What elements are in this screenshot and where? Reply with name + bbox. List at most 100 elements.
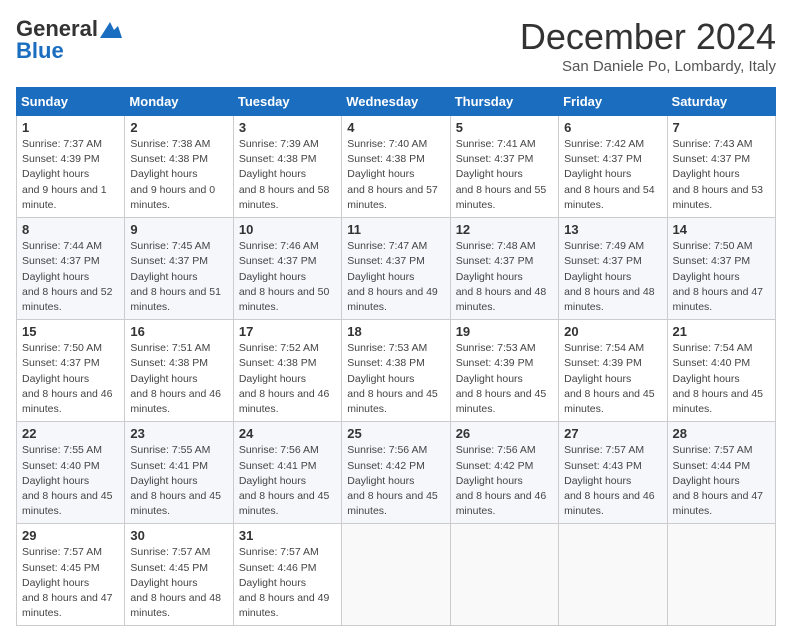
title-block: December 2024 San Daniele Po, Lombardy, … [520, 16, 776, 75]
calendar-cell: 7 Sunrise: 7:43 AM Sunset: 4:37 PM Dayli… [667, 116, 775, 218]
day-info: Sunrise: 7:51 AM Sunset: 4:38 PM Dayligh… [130, 341, 227, 417]
day-info: Sunrise: 7:56 AM Sunset: 4:42 PM Dayligh… [456, 443, 553, 519]
calendar-cell [559, 524, 667, 626]
calendar-body: 1 Sunrise: 7:37 AM Sunset: 4:39 PM Dayli… [17, 116, 776, 626]
day-info: Sunrise: 7:57 AM Sunset: 4:45 PM Dayligh… [130, 545, 227, 621]
calendar-cell: 5 Sunrise: 7:41 AM Sunset: 4:37 PM Dayli… [450, 116, 558, 218]
calendar-cell: 13 Sunrise: 7:49 AM Sunset: 4:37 PM Dayl… [559, 218, 667, 320]
day-info: Sunrise: 7:52 AM Sunset: 4:38 PM Dayligh… [239, 341, 336, 417]
day-number: 28 [673, 426, 770, 441]
calendar-cell: 14 Sunrise: 7:50 AM Sunset: 4:37 PM Dayl… [667, 218, 775, 320]
calendar-cell: 12 Sunrise: 7:48 AM Sunset: 4:37 PM Dayl… [450, 218, 558, 320]
day-info: Sunrise: 7:48 AM Sunset: 4:37 PM Dayligh… [456, 239, 553, 315]
col-saturday: Saturday [667, 88, 775, 116]
month-title: December 2024 [520, 16, 776, 58]
col-wednesday: Wednesday [342, 88, 450, 116]
day-number: 26 [456, 426, 553, 441]
calendar-week-row: 1 Sunrise: 7:37 AM Sunset: 4:39 PM Dayli… [17, 116, 776, 218]
calendar-cell: 29 Sunrise: 7:57 AM Sunset: 4:45 PM Dayl… [17, 524, 125, 626]
day-number: 14 [673, 222, 770, 237]
calendar-cell: 11 Sunrise: 7:47 AM Sunset: 4:37 PM Dayl… [342, 218, 450, 320]
calendar-week-row: 29 Sunrise: 7:57 AM Sunset: 4:45 PM Dayl… [17, 524, 776, 626]
calendar-cell: 4 Sunrise: 7:40 AM Sunset: 4:38 PM Dayli… [342, 116, 450, 218]
day-info: Sunrise: 7:56 AM Sunset: 4:42 PM Dayligh… [347, 443, 444, 519]
day-info: Sunrise: 7:44 AM Sunset: 4:37 PM Dayligh… [22, 239, 119, 315]
day-number: 19 [456, 324, 553, 339]
calendar-cell [450, 524, 558, 626]
day-number: 10 [239, 222, 336, 237]
day-number: 13 [564, 222, 661, 237]
day-info: Sunrise: 7:50 AM Sunset: 4:37 PM Dayligh… [22, 341, 119, 417]
day-info: Sunrise: 7:46 AM Sunset: 4:37 PM Dayligh… [239, 239, 336, 315]
day-number: 17 [239, 324, 336, 339]
day-number: 4 [347, 120, 444, 135]
day-number: 1 [22, 120, 119, 135]
calendar-cell: 17 Sunrise: 7:52 AM Sunset: 4:38 PM Dayl… [233, 320, 341, 422]
calendar-cell: 26 Sunrise: 7:56 AM Sunset: 4:42 PM Dayl… [450, 422, 558, 524]
day-info: Sunrise: 7:56 AM Sunset: 4:41 PM Dayligh… [239, 443, 336, 519]
day-number: 23 [130, 426, 227, 441]
day-info: Sunrise: 7:53 AM Sunset: 4:39 PM Dayligh… [456, 341, 553, 417]
col-sunday: Sunday [17, 88, 125, 116]
day-info: Sunrise: 7:57 AM Sunset: 4:43 PM Dayligh… [564, 443, 661, 519]
day-info: Sunrise: 7:47 AM Sunset: 4:37 PM Dayligh… [347, 239, 444, 315]
day-number: 9 [130, 222, 227, 237]
calendar-week-row: 8 Sunrise: 7:44 AM Sunset: 4:37 PM Dayli… [17, 218, 776, 320]
day-info: Sunrise: 7:40 AM Sunset: 4:38 PM Dayligh… [347, 137, 444, 213]
calendar-cell: 8 Sunrise: 7:44 AM Sunset: 4:37 PM Dayli… [17, 218, 125, 320]
day-info: Sunrise: 7:50 AM Sunset: 4:37 PM Dayligh… [673, 239, 770, 315]
calendar-table: Sunday Monday Tuesday Wednesday Thursday… [16, 87, 776, 626]
calendar-cell: 19 Sunrise: 7:53 AM Sunset: 4:39 PM Dayl… [450, 320, 558, 422]
day-info: Sunrise: 7:43 AM Sunset: 4:37 PM Dayligh… [673, 137, 770, 213]
calendar-cell: 20 Sunrise: 7:54 AM Sunset: 4:39 PM Dayl… [559, 320, 667, 422]
logo-bird-icon [100, 22, 122, 38]
day-info: Sunrise: 7:53 AM Sunset: 4:38 PM Dayligh… [347, 341, 444, 417]
calendar-cell: 6 Sunrise: 7:42 AM Sunset: 4:37 PM Dayli… [559, 116, 667, 218]
calendar-cell: 3 Sunrise: 7:39 AM Sunset: 4:38 PM Dayli… [233, 116, 341, 218]
day-number: 30 [130, 528, 227, 543]
day-number: 24 [239, 426, 336, 441]
calendar-cell: 10 Sunrise: 7:46 AM Sunset: 4:37 PM Dayl… [233, 218, 341, 320]
day-number: 8 [22, 222, 119, 237]
day-info: Sunrise: 7:42 AM Sunset: 4:37 PM Dayligh… [564, 137, 661, 213]
calendar-cell: 24 Sunrise: 7:56 AM Sunset: 4:41 PM Dayl… [233, 422, 341, 524]
day-info: Sunrise: 7:49 AM Sunset: 4:37 PM Dayligh… [564, 239, 661, 315]
day-number: 3 [239, 120, 336, 135]
day-info: Sunrise: 7:55 AM Sunset: 4:41 PM Dayligh… [130, 443, 227, 519]
day-info: Sunrise: 7:57 AM Sunset: 4:45 PM Dayligh… [22, 545, 119, 621]
day-number: 25 [347, 426, 444, 441]
calendar-week-row: 15 Sunrise: 7:50 AM Sunset: 4:37 PM Dayl… [17, 320, 776, 422]
calendar-cell: 21 Sunrise: 7:54 AM Sunset: 4:40 PM Dayl… [667, 320, 775, 422]
page-header: General Blue December 2024 San Daniele P… [16, 16, 776, 75]
calendar-cell: 31 Sunrise: 7:57 AM Sunset: 4:46 PM Dayl… [233, 524, 341, 626]
calendar-cell [342, 524, 450, 626]
col-thursday: Thursday [450, 88, 558, 116]
logo-blue: Blue [16, 38, 64, 64]
day-number: 21 [673, 324, 770, 339]
calendar-header-row: Sunday Monday Tuesday Wednesday Thursday… [17, 88, 776, 116]
calendar-cell: 25 Sunrise: 7:56 AM Sunset: 4:42 PM Dayl… [342, 422, 450, 524]
day-number: 31 [239, 528, 336, 543]
day-number: 11 [347, 222, 444, 237]
day-number: 12 [456, 222, 553, 237]
day-number: 2 [130, 120, 227, 135]
day-number: 27 [564, 426, 661, 441]
day-number: 20 [564, 324, 661, 339]
calendar-cell: 27 Sunrise: 7:57 AM Sunset: 4:43 PM Dayl… [559, 422, 667, 524]
col-friday: Friday [559, 88, 667, 116]
day-number: 16 [130, 324, 227, 339]
day-info: Sunrise: 7:57 AM Sunset: 4:44 PM Dayligh… [673, 443, 770, 519]
calendar-week-row: 22 Sunrise: 7:55 AM Sunset: 4:40 PM Dayl… [17, 422, 776, 524]
day-number: 29 [22, 528, 119, 543]
calendar-cell: 2 Sunrise: 7:38 AM Sunset: 4:38 PM Dayli… [125, 116, 233, 218]
day-info: Sunrise: 7:57 AM Sunset: 4:46 PM Dayligh… [239, 545, 336, 621]
calendar-cell: 18 Sunrise: 7:53 AM Sunset: 4:38 PM Dayl… [342, 320, 450, 422]
col-monday: Monday [125, 88, 233, 116]
calendar-cell: 22 Sunrise: 7:55 AM Sunset: 4:40 PM Dayl… [17, 422, 125, 524]
calendar-cell: 30 Sunrise: 7:57 AM Sunset: 4:45 PM Dayl… [125, 524, 233, 626]
calendar-cell: 23 Sunrise: 7:55 AM Sunset: 4:41 PM Dayl… [125, 422, 233, 524]
calendar-cell: 1 Sunrise: 7:37 AM Sunset: 4:39 PM Dayli… [17, 116, 125, 218]
calendar-cell: 16 Sunrise: 7:51 AM Sunset: 4:38 PM Dayl… [125, 320, 233, 422]
day-info: Sunrise: 7:38 AM Sunset: 4:38 PM Dayligh… [130, 137, 227, 213]
day-number: 7 [673, 120, 770, 135]
